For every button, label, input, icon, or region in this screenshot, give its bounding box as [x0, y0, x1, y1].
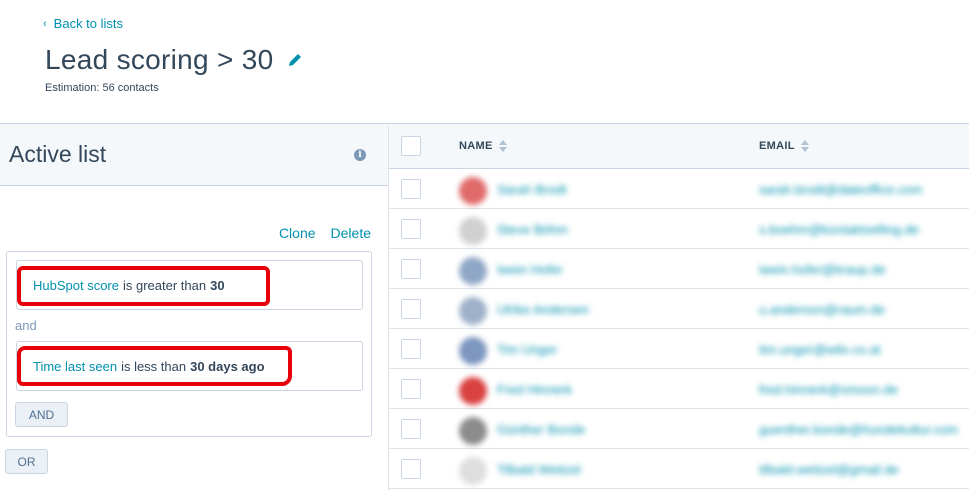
filter-hubspot-score[interactable]: HubSpot score is greater than 30 — [16, 260, 363, 310]
table-row: Günther Bonde guenther.bonde@hundekultur.… — [389, 409, 969, 449]
chevron-left-icon: ‹ — [43, 17, 47, 30]
sort-icon — [800, 140, 809, 152]
table-row: Iwein Hofer iwein.hofer@kraup.de — [389, 249, 969, 289]
filter-time-last-seen[interactable]: Time last seen is less than 30 days ago — [16, 341, 363, 391]
contact-name-link[interactable]: Fred Hinnerk — [497, 382, 572, 397]
list-filters-panel: Active list i Clone Delete HubSpot score… — [0, 123, 389, 491]
row-checkbox[interactable] — [401, 419, 421, 439]
filter-operator: is greater than — [123, 277, 207, 293]
filter-actions: Clone Delete — [279, 225, 371, 241]
row-checkbox[interactable] — [401, 179, 421, 199]
table-header: NAME EMAIL — [389, 123, 969, 169]
filter-operator: is less than — [121, 358, 187, 374]
column-label: EMAIL — [759, 140, 795, 152]
row-checkbox[interactable] — [401, 219, 421, 239]
avatar — [459, 337, 487, 365]
filter-group: HubSpot score is greater than 30 and Tim… — [6, 251, 372, 437]
row-checkbox[interactable] — [401, 379, 421, 399]
back-to-lists-label: Back to lists — [53, 16, 124, 31]
info-icon[interactable]: i — [354, 148, 366, 161]
row-checkbox[interactable] — [401, 259, 421, 279]
page-title: Lead scoring > 30 — [45, 44, 274, 75]
contact-email: fred.hinnerk@smoon.de — [759, 382, 898, 397]
row-checkbox[interactable] — [401, 459, 421, 479]
contact-name-link[interactable]: Steve Böhm — [497, 222, 568, 237]
column-header-email[interactable]: EMAIL — [759, 140, 809, 152]
avatar — [459, 377, 487, 405]
avatar — [459, 417, 487, 445]
table-row: Tilbald Weitzel tilbald.weitzel@gmail.de — [389, 449, 969, 489]
filter-value: 30 days ago — [190, 358, 265, 374]
clone-button[interactable]: Clone — [279, 225, 316, 241]
select-all-checkbox[interactable] — [401, 136, 421, 156]
contact-email: tilbald.weitzel@gmail.de — [759, 462, 899, 477]
pencil-icon[interactable] — [286, 51, 304, 69]
contact-email: guenther.bonde@hundekultur.com — [759, 422, 958, 437]
table-row: Fred Hinnerk fred.hinnerk@smoon.de — [389, 369, 969, 409]
contact-email: s.boehm@kontaktselling.de — [759, 222, 919, 237]
avatar — [459, 297, 487, 325]
column-header-name[interactable]: NAME — [459, 140, 507, 152]
contact-email: u.anderson@raum.de — [759, 302, 885, 317]
and-button[interactable]: AND — [15, 402, 68, 427]
or-button[interactable]: OR — [5, 449, 48, 474]
contact-email: tim.unger@wilo.co.at — [759, 342, 881, 357]
contact-email: iwein.hofer@kraup.de — [759, 262, 886, 277]
contact-name-link[interactable]: Tilbald Weitzel — [497, 462, 581, 477]
and-separator: and — [15, 318, 37, 333]
contact-email: sarah.brodt@dateoffice.com — [759, 182, 923, 197]
contact-name-link[interactable]: Tim Unger — [497, 342, 557, 357]
contact-name-link[interactable]: Sarah Brodt — [497, 182, 566, 197]
table-row: Ulrike Andersen u.anderson@raum.de — [389, 289, 969, 329]
contact-name-link[interactable]: Iwein Hofer — [497, 262, 563, 277]
contacts-table: NAME EMAIL Sarah Brodt sarah.brodt@dateof… — [389, 123, 969, 489]
avatar — [459, 177, 487, 205]
avatar — [459, 457, 487, 485]
table-body: Sarah Brodt sarah.brodt@dateoffice.com Ste… — [389, 169, 969, 489]
filter-value: 30 — [210, 277, 225, 293]
table-row: Steve Böhm s.boehm@kontaktselling.de — [389, 209, 969, 249]
table-row: Tim Unger tim.unger@wilo.co.at — [389, 329, 969, 369]
panel-title: Active list — [9, 141, 107, 167]
filter-property: Time last seen — [33, 358, 118, 374]
avatar — [459, 217, 487, 245]
page-title-row: Lead scoring > 30 — [45, 44, 304, 76]
row-checkbox[interactable] — [401, 299, 421, 319]
estimation-text: Estimation: 56 contacts — [45, 82, 159, 94]
column-label: NAME — [459, 140, 493, 152]
sort-icon — [498, 140, 507, 152]
contact-name-link[interactable]: Ulrike Andersen — [497, 302, 589, 317]
back-to-lists-link[interactable]: ‹ Back to lists — [43, 16, 123, 31]
panel-header: Active list i — [0, 123, 388, 186]
delete-button[interactable]: Delete — [331, 225, 371, 241]
row-checkbox[interactable] — [401, 339, 421, 359]
table-row: Sarah Brodt sarah.brodt@dateoffice.com — [389, 169, 969, 209]
contact-name-link[interactable]: Günther Bonde — [497, 422, 585, 437]
avatar — [459, 257, 487, 285]
filter-property: HubSpot score — [33, 277, 119, 293]
